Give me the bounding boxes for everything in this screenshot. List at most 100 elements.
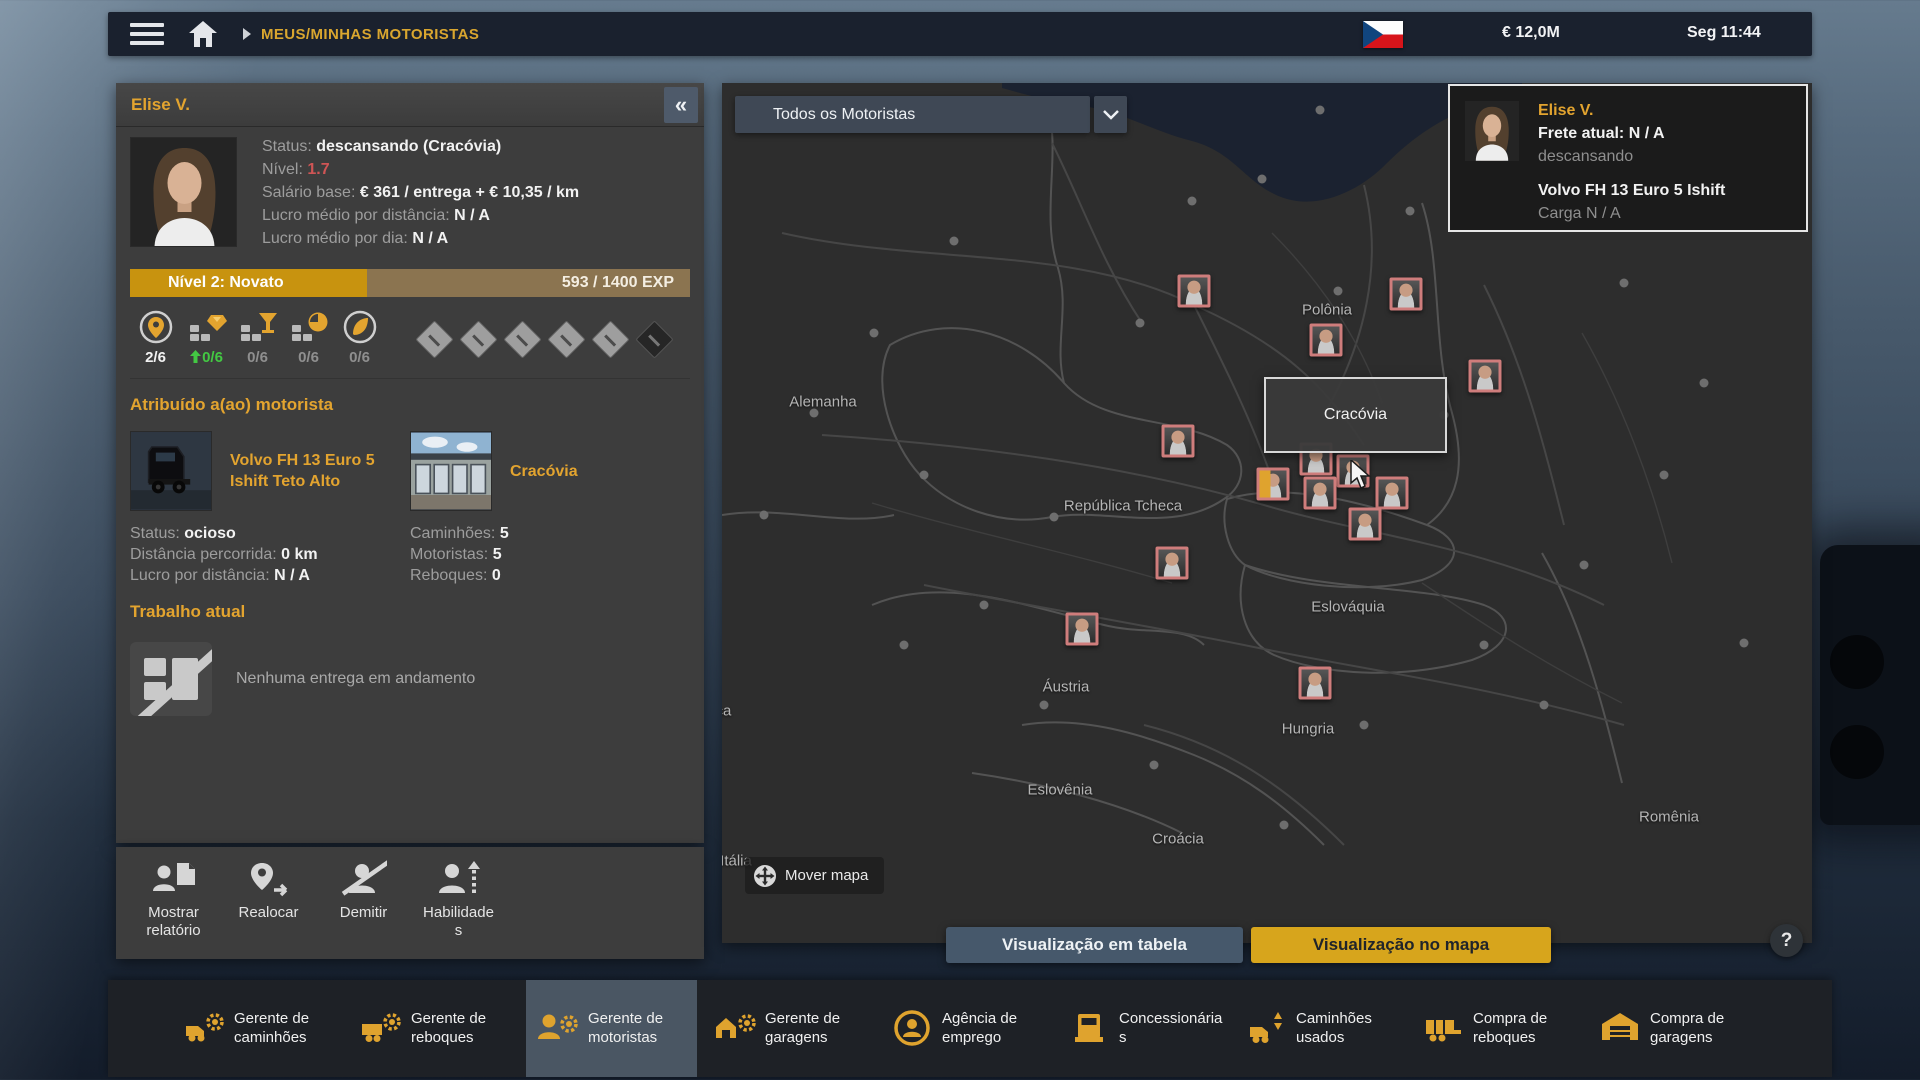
driver-xp-bar: Nível 2: Novato 593 / 1400 EXP: [130, 269, 690, 297]
marker-gold-strip: [1260, 471, 1271, 498]
current-job-heading: Trabalho atual: [130, 602, 690, 622]
nav-item-label: Compra de reboques: [1473, 1009, 1579, 1047]
selected-city-box[interactable]: Cracóvia: [1264, 377, 1447, 453]
driver-salary-line: Salário base: € 361 / entrega + € 10,35 …: [262, 181, 579, 204]
garage-thumbnail[interactable]: [410, 431, 492, 511]
driver-marker[interactable]: [1178, 275, 1211, 308]
tooltip-status: descansando: [1538, 145, 1792, 168]
nav-item-label: Concessionárias: [1119, 1009, 1225, 1047]
collapse-panel-button[interactable]: «: [664, 87, 698, 123]
nav-item-label: Compra de garagens: [1650, 1009, 1756, 1047]
report-button[interactable]: Mostrar relatório: [126, 857, 221, 959]
country-label-polônia: Polônia: [1302, 302, 1352, 319]
nav-item-label: Gerente de garagens: [765, 1009, 871, 1047]
driver-marker[interactable]: [1310, 324, 1343, 357]
nav-item-garage-manager[interactable]: Gerente de garagens: [703, 980, 874, 1077]
driver-marker[interactable]: [1390, 278, 1423, 311]
driver-map-tooltip: Elise V. Frete atual: N / A descansando …: [1448, 84, 1808, 232]
player-money: € 12,0M: [1502, 24, 1560, 42]
tooltip-driver-photo: [1465, 101, 1519, 161]
relocate-button[interactable]: Realocar: [221, 857, 316, 959]
driver-profit-distance-line: Lucro médio por distância: N / A: [262, 204, 579, 227]
driver-profit-day-line: Lucro médio por dia: N / A: [262, 227, 579, 250]
no-job-text: Nenhuma entrega em andamento: [236, 670, 475, 688]
used-trucks-icon: [1244, 1006, 1288, 1050]
menu-icon[interactable]: [130, 23, 164, 45]
driver-marker[interactable]: [1469, 360, 1502, 393]
truck-distance-line: Distância percorrida: 0 km: [130, 544, 410, 565]
nav-item-driver-manager[interactable]: Gerente de motoristas: [526, 980, 697, 1077]
mouse-cursor-icon: [1350, 460, 1374, 490]
nav-item-trailer-manager[interactable]: Gerente de reboques: [349, 980, 520, 1077]
nav-item-label: Caminhões usados: [1296, 1009, 1402, 1047]
skill-value: 0/6: [181, 349, 232, 366]
trailer-buy-icon: [1421, 1006, 1465, 1050]
skill-fragile-cargo[interactable]: 0/6: [232, 307, 283, 366]
skill-long-distance[interactable]: 2/6: [130, 307, 181, 366]
truck-manager-icon: [182, 1006, 226, 1050]
nav-item-trailer-buy[interactable]: Compra de reboques: [1411, 980, 1582, 1077]
skills-icon: [411, 859, 506, 901]
truck-status-line: Status: ocioso: [130, 523, 410, 544]
nav-item-used-trucks[interactable]: Caminhões usados: [1234, 980, 1405, 1077]
dealers-icon: [1067, 1006, 1111, 1050]
fragile-cargo-icon: [232, 307, 283, 347]
adr-explosives-icon[interactable]: [415, 320, 453, 358]
adr-classes-row: [421, 307, 668, 366]
skill-urgent-delivery[interactable]: 0/6: [283, 307, 334, 366]
home-icon[interactable]: [187, 20, 219, 48]
driver-name-title: Elise V.: [131, 95, 190, 115]
driver-marker[interactable]: [1349, 508, 1382, 541]
country-label-frança: França: [722, 703, 731, 720]
employment-agency-icon: [890, 1006, 934, 1050]
driver-filter-dropdown[interactable]: Todos os Motoristas: [735, 96, 1090, 133]
nav-item-label: Gerente de reboques: [411, 1009, 517, 1047]
drivers-map[interactable]: AlemanhaPolôniaRepública TchecaEslováqui…: [722, 83, 1812, 943]
skill-high-value-cargo[interactable]: 0/6: [181, 307, 232, 366]
breadcrumb-arrow-icon: [243, 28, 251, 40]
trailer-manager-icon: [359, 1006, 403, 1050]
country-label-alemanha: Alemanha: [789, 394, 857, 411]
garage-trucks-line: Caminhões: 5: [410, 523, 690, 544]
adr-gases-icon[interactable]: [459, 320, 497, 358]
management-nav-bar: Gerente de caminhõesGerente de reboquesG…: [108, 980, 1832, 1077]
assigned-garage-link[interactable]: Cracóvia: [510, 461, 578, 482]
adr-poison-icon[interactable]: [591, 320, 629, 358]
nav-item-employment-agency[interactable]: Agência de emprego: [880, 980, 1051, 1077]
driver-marker[interactable]: [1299, 667, 1332, 700]
dismiss-button[interactable]: Demitir: [316, 857, 411, 959]
garage-manager-icon: [713, 1006, 757, 1050]
move-map-icon: [753, 864, 777, 888]
driver-marker[interactable]: [1376, 477, 1409, 510]
driver-summary: Status: descansando (Cracóvia) Nível: 1.…: [130, 137, 690, 257]
table-view-button[interactable]: Visualização em tabela: [946, 927, 1243, 963]
skill-value: 2/6: [130, 349, 181, 366]
driver-level-line: Nível: 1.7: [262, 158, 579, 181]
nav-item-dealers[interactable]: Concessionárias: [1057, 980, 1228, 1077]
driver-marker[interactable]: [1156, 547, 1189, 580]
assigned-truck-link[interactable]: Volvo FH 13 Euro 5 Ishift Teto Alto: [230, 450, 400, 492]
adr-oxidizers-icon[interactable]: [547, 320, 585, 358]
adr-flammable-liquids-icon[interactable]: [503, 320, 541, 358]
skill-eco-driving[interactable]: 0/6: [334, 307, 385, 366]
move-map-button[interactable]: Mover mapa: [745, 857, 884, 894]
nav-item-truck-manager[interactable]: Gerente de caminhões: [172, 980, 343, 1077]
driver-marker[interactable]: [1162, 425, 1195, 458]
truck-thumbnail[interactable]: [130, 431, 212, 511]
garage-buy-icon: [1598, 1006, 1642, 1050]
driver-marker[interactable]: [1066, 613, 1099, 646]
tooltip-freight: Frete atual: N / A: [1538, 122, 1792, 145]
dropdown-chevron-button[interactable]: [1094, 96, 1127, 133]
garage-trailers-line: Reboques: 0: [410, 565, 690, 586]
nav-item-garage-buy[interactable]: Compra de garagens: [1588, 980, 1759, 1077]
driver-marker-selected[interactable]: [1257, 468, 1290, 501]
skills-button[interactable]: Habilidades: [411, 857, 506, 959]
help-button[interactable]: ?: [1770, 924, 1803, 957]
adr-corrosives-icon[interactable]: [635, 320, 673, 358]
country-label-república-tcheca: República Tcheca: [1064, 498, 1182, 515]
driver-marker[interactable]: [1304, 477, 1337, 510]
urgent-delivery-icon: [283, 307, 334, 347]
driver-photo: [130, 137, 237, 247]
map-view-button[interactable]: Visualização no mapa: [1251, 927, 1551, 963]
country-label-eslovênia: Eslovênia: [1027, 782, 1092, 799]
